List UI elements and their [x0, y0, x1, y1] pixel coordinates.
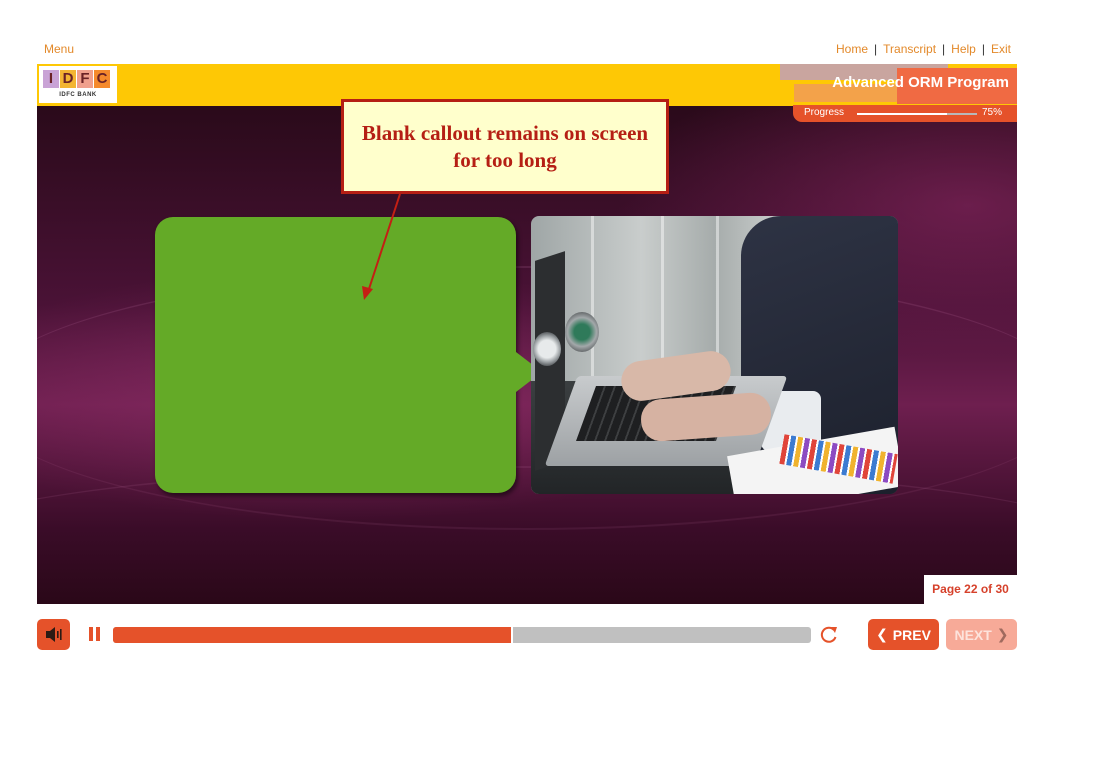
chevron-right-icon: ❯ [996, 626, 1009, 642]
top-links: Home | Transcript | Help | Exit [836, 42, 1011, 56]
next-button[interactable]: NEXT ❯ [946, 619, 1017, 650]
pause-icon [96, 627, 100, 641]
annotation-text: Blank callout remains on screen for too … [361, 120, 649, 172]
progress-label: Progress [804, 107, 845, 118]
home-link[interactable]: Home [836, 42, 868, 56]
blank-green-callout [155, 217, 516, 493]
transcript-link[interactable]: Transcript [883, 42, 936, 56]
link-separator: | [942, 42, 946, 56]
annotation-note: Blank callout remains on screen for too … [341, 99, 669, 194]
pause-button[interactable] [87, 626, 103, 642]
volume-button[interactable] [37, 619, 70, 650]
logo-letter: F [77, 70, 93, 88]
replay-icon [820, 626, 837, 643]
logo-letter: I [43, 70, 59, 88]
page-indicator: Page 22 of 30 [924, 575, 1017, 604]
replay-button[interactable] [818, 624, 840, 646]
pause-icon [89, 627, 93, 641]
logo-letter: C [94, 70, 110, 88]
course-progress: Progress 75% [793, 105, 1017, 122]
help-link[interactable]: Help [951, 42, 976, 56]
link-separator: | [874, 42, 878, 56]
logo-letter: D [60, 70, 76, 88]
logo-letters: I D F C [43, 70, 110, 88]
chevron-left-icon: ❮ [876, 626, 888, 642]
progress-fill [857, 113, 947, 115]
progress-track [857, 113, 977, 115]
next-label: NEXT [954, 626, 992, 643]
prev-label: PREV [892, 626, 931, 643]
seek-bar[interactable] [113, 627, 811, 643]
link-separator: | [981, 42, 985, 56]
idfc-logo: I D F C IDFC BANK [39, 66, 117, 103]
speaker-icon [46, 627, 62, 642]
progress-percent: 75% [982, 107, 1003, 118]
menu-link[interactable]: Menu [44, 42, 74, 56]
course-title: Advanced ORM Program [832, 74, 1009, 91]
exit-link[interactable]: Exit [991, 42, 1011, 56]
seek-bar-fill [113, 627, 513, 643]
businessman-laptop-photo [531, 216, 898, 494]
prev-button[interactable]: ❮ PREV [868, 619, 939, 650]
logo-subtext: IDFC BANK [59, 92, 97, 98]
